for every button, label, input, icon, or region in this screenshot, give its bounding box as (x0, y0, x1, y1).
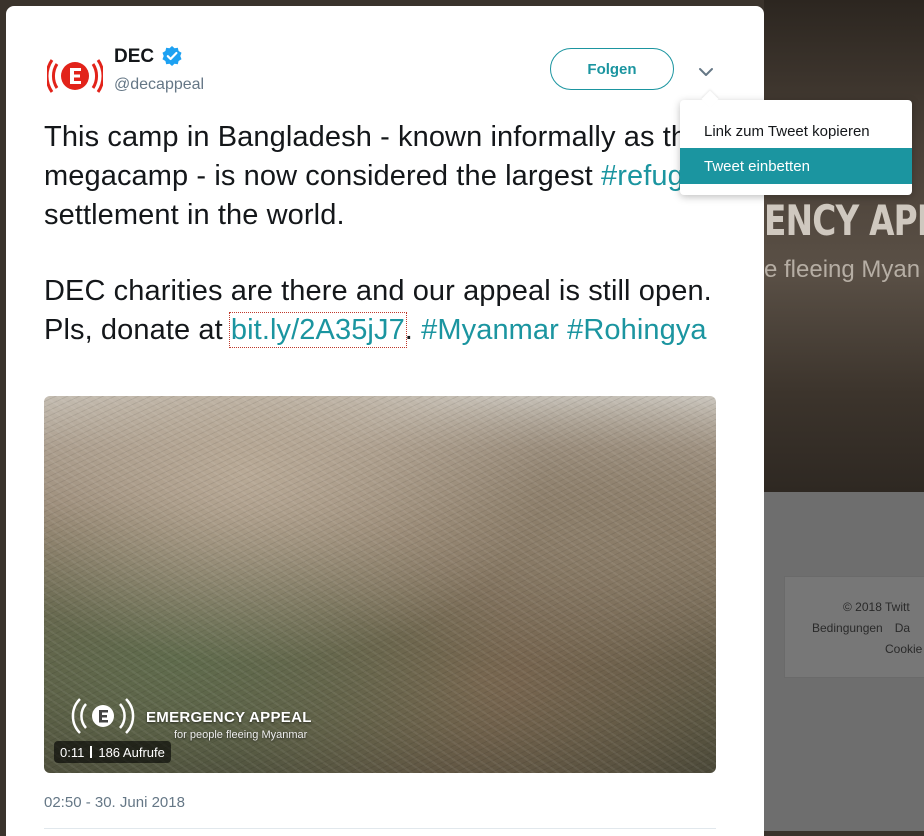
author-display-name[interactable]: DEC (114, 46, 154, 68)
background-video-heading: ENCY APP (764, 196, 924, 245)
footer-links: Bedingungen Da (812, 618, 922, 639)
chevron-down-icon[interactable] (696, 62, 716, 82)
tweet-timestamp[interactable]: 02:50 - 30. Juni 2018 (44, 794, 185, 811)
video-brand-subtitle: for people fleeing Myanmar (174, 729, 308, 741)
author-handle[interactable]: @decappeal (114, 76, 204, 94)
tweet-card: DEC @decappeal Folgen This camp in Bangl… (6, 6, 764, 836)
footer-link-privacy[interactable]: Da (895, 621, 910, 635)
divider (90, 746, 93, 758)
hashtag-myanmar[interactable]: #Myanmar (421, 314, 559, 346)
follow-button[interactable]: Folgen (550, 48, 674, 90)
divider (44, 828, 716, 829)
tweet-paragraph-1: This camp in Bangladesh - known informal… (44, 121, 717, 231)
video-meta-badge: 0:11 186 Aufrufe (54, 741, 171, 763)
footer-link-cookies[interactable]: Cookie (885, 639, 922, 660)
video-player[interactable]: EMERGENCY APPEAL for people fleeing Myan… (44, 396, 716, 773)
background-video-subheading: e fleeing Myan (764, 256, 921, 283)
dec-logo-icon[interactable] (47, 48, 103, 104)
video-duration: 0:11 (60, 744, 85, 760)
menu-item-copy-link[interactable]: Link zum Tweet kopieren (680, 113, 912, 149)
video-view-count: 186 Aufrufe (98, 744, 165, 760)
background-video: ENCY APP e fleeing Myan (764, 0, 924, 492)
menu-item-embed-tweet[interactable]: Tweet einbetten (680, 148, 912, 184)
hashtag-rohingya[interactable]: #Rohingya (567, 314, 707, 346)
dec-watermark-icon (71, 698, 135, 734)
video-brand-title: EMERGENCY APPEAL (146, 709, 312, 726)
aerial-camp-image (44, 396, 716, 773)
tweet-text: This camp in Bangladesh - known informal… (44, 118, 734, 350)
tweet-actions-menu: Link zum Tweet kopieren Tweet einbetten (680, 90, 912, 195)
background-footer: © 2018 Twitt Bedingungen Da Cookie (784, 576, 924, 678)
donation-link[interactable]: bit.ly/2A35jJ7 (228, 312, 407, 348)
verified-badge-icon (162, 46, 182, 66)
footer-copyright: © 2018 Twitt (843, 600, 910, 614)
footer-link-terms[interactable]: Bedingungen (812, 621, 883, 635)
tweet-paragraph-2: DEC charities are there and our appeal i… (44, 275, 712, 348)
